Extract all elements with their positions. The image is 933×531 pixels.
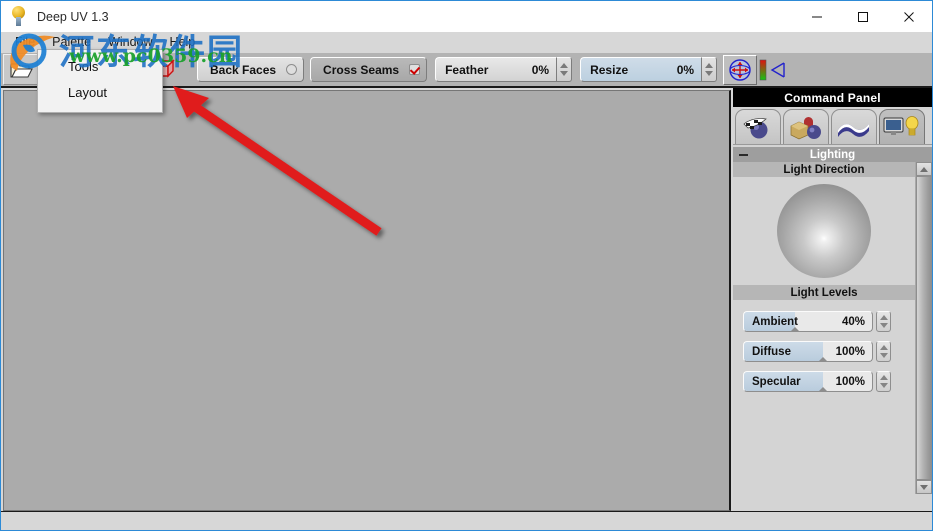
light-levels-header: Light Levels	[733, 285, 915, 300]
window-controls	[794, 1, 932, 32]
tab-checker-sphere[interactable]	[735, 109, 781, 144]
light-direction-control[interactable]	[733, 177, 915, 285]
specular-slider[interactable]: Specular 100%	[743, 371, 873, 392]
command-panel-title: Command Panel	[733, 88, 932, 107]
diffuse-label: Diffuse	[752, 345, 791, 358]
scrollbar-thumb[interactable]	[916, 176, 932, 480]
palette-dropdown-menu[interactable]: Tools Layout	[37, 49, 163, 113]
ambient-stepper[interactable]	[876, 311, 891, 332]
menu-option-tools[interactable]: Tools	[38, 54, 162, 80]
title-bar: Deep UV 1.3	[1, 1, 932, 32]
level-row-diffuse: Diffuse 100%	[743, 341, 907, 362]
maximize-icon[interactable]	[840, 1, 886, 32]
lighting-section-title: Lighting	[809, 149, 856, 161]
minimize-icon[interactable]	[794, 1, 840, 32]
lighting-section-body: Light Direction Light Levels Ambient 40%	[733, 162, 915, 494]
feather-label: Feather	[445, 62, 489, 77]
diffuse-slider[interactable]: Diffuse 100%	[743, 341, 873, 362]
resize-label: Resize	[590, 62, 629, 77]
back-faces-checkbox[interactable]	[286, 64, 298, 75]
resize-field[interactable]: Resize 0%	[580, 57, 703, 82]
open-folder-icon[interactable]	[3, 54, 39, 85]
cross-seams-checkbox[interactable]	[409, 64, 421, 75]
light-direction-sphere[interactable]	[777, 184, 871, 278]
window-title: Deep UV 1.3	[37, 9, 109, 24]
lighting-section-header[interactable]: Lighting	[733, 147, 932, 163]
cone-view-icon[interactable]	[769, 55, 787, 85]
command-panel-tabs	[733, 107, 932, 145]
cross-seams-label: Cross Seams	[323, 62, 400, 77]
diffuse-stepper[interactable]	[876, 341, 891, 362]
minus-icon[interactable]	[739, 154, 748, 156]
feather-field[interactable]: Feather 0%	[435, 57, 558, 82]
scroll-up-icon[interactable]	[916, 162, 932, 176]
feather-stepper[interactable]	[557, 57, 573, 82]
ambient-label: Ambient	[752, 315, 798, 328]
specular-value: 100%	[835, 375, 865, 388]
feather-value: 0%	[531, 62, 550, 77]
specular-stepper[interactable]	[876, 371, 891, 392]
application-window: Deep UV 1.3 File Palette Window Help Bac…	[0, 0, 933, 531]
tab-ribbon[interactable]	[831, 109, 877, 144]
light-levels-list: Ambient 40% Diffuse 100% Specular 100%	[733, 300, 915, 392]
tab-display-lighting[interactable]	[879, 109, 925, 144]
app-sphere-icon	[7, 4, 33, 30]
tab-objects[interactable]	[783, 109, 829, 144]
back-faces-toggle[interactable]: Back Faces	[197, 57, 305, 82]
feather-spinner[interactable]: Feather 0%	[435, 57, 573, 82]
scroll-down-icon[interactable]	[916, 480, 932, 494]
diffuse-value: 100%	[835, 345, 865, 358]
status-bar	[1, 511, 932, 530]
command-panel-scrollbar[interactable]	[915, 162, 932, 494]
resize-value: 0%	[676, 62, 695, 77]
close-icon[interactable]	[886, 1, 932, 32]
resize-stepper[interactable]	[702, 57, 718, 82]
color-ramp-icon[interactable]	[757, 55, 769, 85]
light-direction-header: Light Direction	[733, 162, 915, 177]
level-row-specular: Specular 100%	[743, 371, 907, 392]
rotate-globe-icon[interactable]	[723, 54, 758, 85]
back-faces-label: Back Faces	[210, 62, 277, 77]
level-row-ambient: Ambient 40%	[743, 311, 907, 332]
menu-option-layout[interactable]: Layout	[38, 80, 162, 106]
uv-viewport-canvas[interactable]	[3, 90, 731, 511]
ambient-value: 40%	[841, 315, 865, 328]
ambient-slider[interactable]: Ambient 40%	[743, 311, 873, 332]
cross-seams-toggle[interactable]: Cross Seams	[310, 57, 428, 82]
resize-spinner[interactable]: Resize 0%	[580, 57, 718, 82]
specular-label: Specular	[752, 375, 801, 388]
command-panel: Command Panel Lighting Light Direction L…	[733, 88, 932, 512]
menu-item-help[interactable]: Help	[162, 34, 205, 51]
